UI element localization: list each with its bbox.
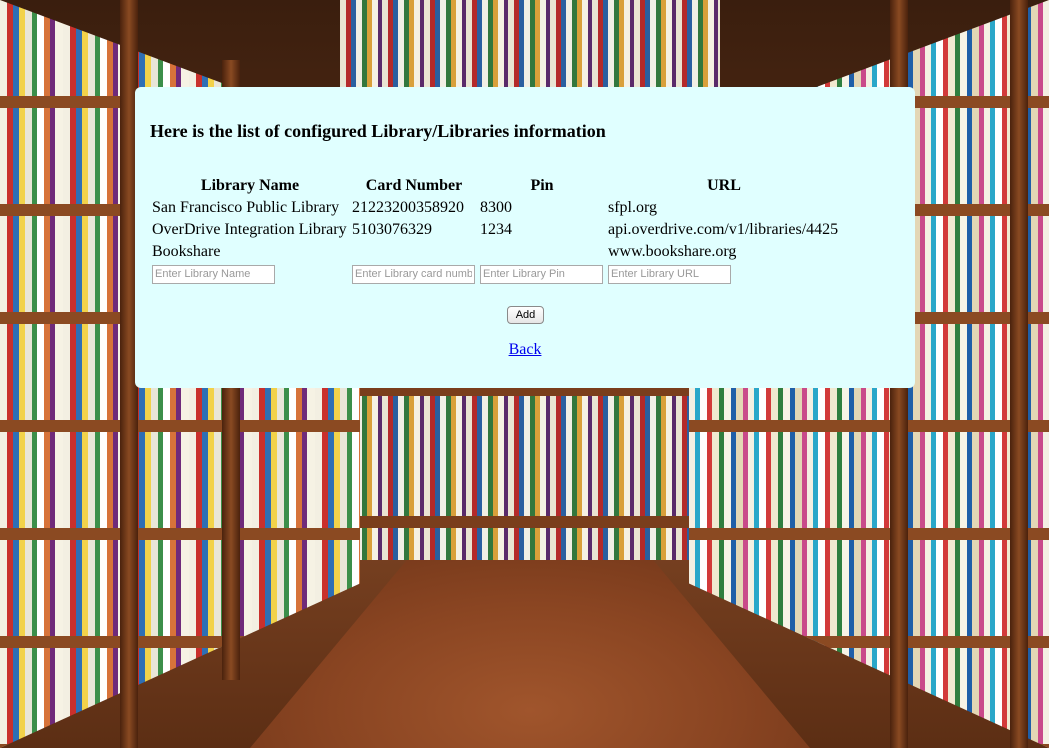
add-button[interactable]: Add [507, 306, 544, 324]
url-cell: sfpl.org [608, 199, 658, 216]
back-link-container: Back [135, 341, 915, 359]
library-name-cell: San Francisco Public Library [152, 199, 340, 216]
card-number-cell: 5103076329 [352, 221, 432, 238]
column-header-card-number: Card Number [365, 177, 463, 194]
column-header-pin: Pin [530, 177, 554, 194]
new-library-input-row [150, 263, 842, 285]
card-number-input-cell [350, 263, 478, 285]
library-table: Library Name Card Number Pin URL San Fra… [150, 175, 842, 285]
card-number-cell [350, 241, 478, 263]
column-header-url: URL [707, 177, 741, 194]
column-header-library-name: Library Name [200, 177, 300, 194]
library-pin-input[interactable] [480, 264, 603, 284]
pin-input-cell [478, 263, 606, 285]
shelf-post [1010, 0, 1028, 748]
table-row: Bookshare www.bookshare.org [150, 241, 842, 263]
library-config-panel: Here is the list of configured Library/L… [135, 87, 915, 388]
library-card-number-input[interactable] [352, 264, 475, 284]
url-cell: www.bookshare.org [608, 243, 737, 260]
table-row: San Francisco Public Library 21223200358… [150, 197, 842, 219]
library-name-input-cell [150, 263, 350, 285]
page-title: Here is the list of configured Library/L… [150, 121, 606, 141]
url-input-cell [606, 263, 842, 285]
table-header-row: Library Name Card Number Pin URL [150, 175, 842, 197]
library-name-cell: OverDrive Integration Library [152, 221, 347, 238]
table-row: OverDrive Integration Library 5103076329… [150, 219, 842, 241]
url-cell: api.overdrive.com/v1/libraries/4425 [608, 221, 839, 238]
card-number-cell: 21223200358920 [352, 199, 464, 216]
library-name-input[interactable] [152, 264, 275, 284]
library-name-cell: Bookshare [152, 243, 221, 260]
back-link[interactable]: Back [509, 341, 542, 358]
pin-cell: 1234 [480, 221, 512, 238]
library-url-input[interactable] [608, 264, 731, 284]
pin-cell [478, 241, 606, 263]
pin-cell: 8300 [480, 199, 512, 216]
